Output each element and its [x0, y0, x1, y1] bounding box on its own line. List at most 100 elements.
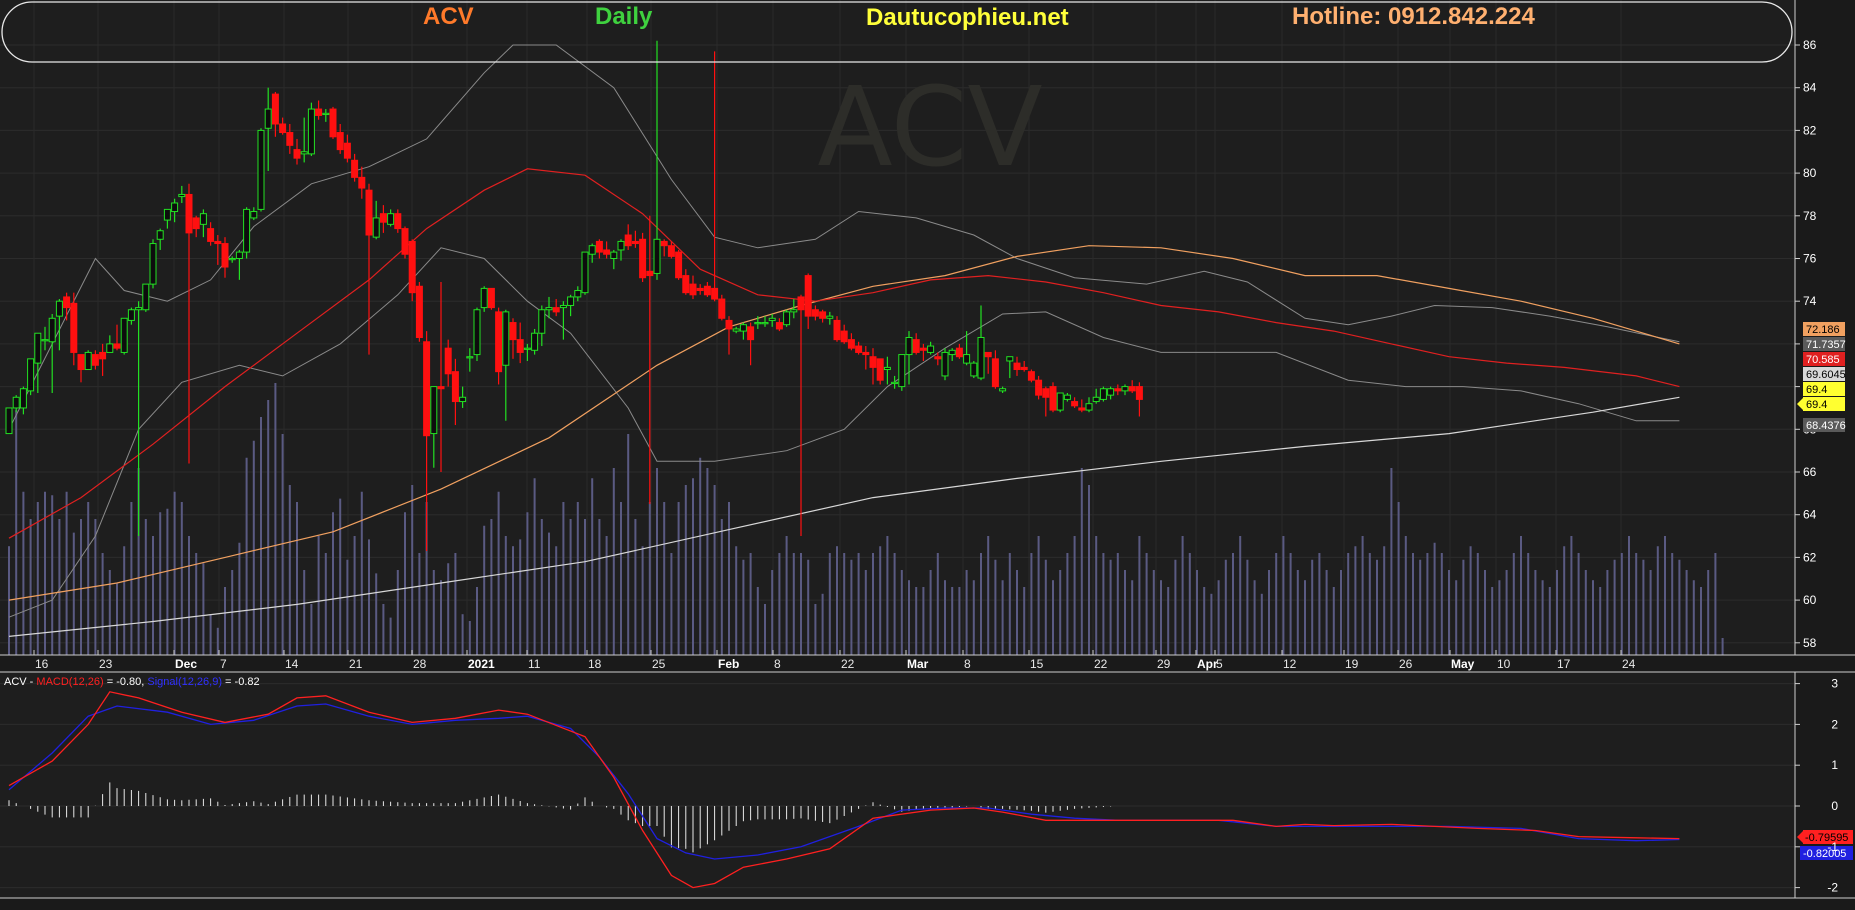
price-tick-label: 78	[1803, 209, 1817, 223]
candle-body	[948, 349, 956, 356]
date-tick-label: 8	[964, 657, 971, 671]
candle-body	[977, 336, 985, 379]
candle-body	[1042, 388, 1050, 398]
candle-body	[963, 354, 971, 364]
price-tick-label: 74	[1803, 294, 1817, 308]
macd-legend-label: MACD(12,26)	[36, 676, 103, 688]
candle-body	[725, 319, 733, 330]
candle-body	[1071, 401, 1079, 407]
candle-body	[279, 123, 287, 134]
candle-body	[1099, 388, 1107, 400]
candle-body	[984, 351, 992, 358]
candle-body	[552, 307, 560, 313]
macd-legend-ticker: ACV -	[4, 676, 36, 688]
macd-tick-label: 3	[1831, 677, 1838, 691]
candle-body	[185, 193, 193, 234]
candle-body	[775, 322, 783, 330]
chart-canvas: ACV ACV Daily Dautucophieu.net Hotline: …	[0, 0, 1855, 910]
candle-body	[1049, 386, 1057, 411]
price-tick-label: 60	[1803, 593, 1817, 607]
price-tick-label: 58	[1803, 636, 1817, 650]
candle-body	[761, 322, 769, 325]
candle-body	[1063, 394, 1071, 400]
watermark-ticker: ACV	[817, 63, 1042, 191]
candle-body	[430, 386, 438, 435]
candle-body	[120, 317, 128, 353]
candle-body	[127, 309, 135, 321]
candle-body	[106, 343, 114, 353]
candle-body	[135, 307, 143, 311]
candle-body	[1085, 403, 1093, 411]
candle-body	[358, 176, 366, 189]
candle-body	[91, 354, 99, 366]
candle-body	[696, 287, 704, 292]
candle-body	[1135, 386, 1143, 400]
ma200-tag: 69.6045	[1803, 367, 1846, 381]
candle-body	[444, 347, 452, 375]
date-tick-label: 15	[1030, 657, 1044, 671]
candle-body	[912, 339, 920, 353]
bb-upper-tag: 72.186	[1803, 322, 1845, 336]
last-tag: 69.4	[1797, 397, 1845, 411]
candle-body	[876, 358, 884, 381]
price-tick-label: 66	[1803, 465, 1817, 479]
date-tick-label: Dec	[175, 657, 197, 671]
candle-body	[538, 309, 546, 334]
candle-body	[581, 251, 589, 294]
candle-body	[77, 354, 85, 371]
candle-body	[711, 287, 719, 300]
candle-body	[372, 217, 380, 238]
candle-body	[221, 243, 229, 268]
candle-body	[624, 234, 632, 247]
candle-body	[365, 189, 373, 236]
candle-body	[300, 151, 308, 155]
candle-body	[790, 309, 798, 313]
candle-body	[437, 386, 445, 390]
candle-body	[286, 132, 294, 146]
candle-body	[113, 343, 121, 349]
candle-body	[826, 315, 834, 319]
macd-legend-value: = -0.80,	[104, 676, 148, 688]
macd-tick-label: -2	[1827, 881, 1838, 895]
date-tick-label: 23	[99, 657, 113, 671]
candle-body	[905, 336, 913, 356]
candle-body	[718, 298, 726, 319]
price-tick-label: 76	[1803, 252, 1817, 266]
price-tick-label: 84	[1803, 81, 1817, 95]
date-tick-label: 25	[652, 657, 666, 671]
candle-body	[862, 351, 870, 356]
date-tick-label: 18	[588, 657, 602, 671]
candle-body	[1121, 386, 1129, 392]
candle-body	[970, 362, 978, 377]
candle-body	[1092, 396, 1100, 403]
candle-body	[783, 311, 791, 326]
candle-body	[199, 213, 207, 225]
candle-body	[473, 309, 481, 356]
candle-body	[293, 149, 301, 159]
candle-body	[1078, 407, 1086, 411]
candle-body	[55, 300, 63, 317]
candle-body	[934, 356, 942, 360]
candle-body	[451, 371, 459, 403]
candle-body	[689, 283, 697, 296]
candle-body	[149, 243, 157, 285]
bb-lower-tag-text: 68.4376	[1806, 420, 1846, 432]
date-tick-label: 7	[220, 657, 227, 671]
candle-body	[991, 358, 999, 388]
date-tick-label: 11	[528, 657, 541, 671]
candle-body	[487, 287, 495, 309]
date-tick-label: 2021	[468, 657, 495, 671]
candle-body	[192, 217, 200, 230]
close-tag-text: 69.4	[1806, 384, 1827, 396]
candle-body	[329, 108, 337, 138]
candle-body	[315, 108, 323, 116]
candle-body	[804, 275, 812, 317]
signal-legend-value: = -0.82	[222, 676, 260, 688]
candle-body	[531, 332, 539, 351]
candle-body	[855, 345, 863, 353]
header-ticker: ACV	[423, 3, 474, 30]
header-site: Dautucophieu.net	[866, 4, 1069, 31]
date-tick-label: 8	[774, 657, 781, 671]
candle-body	[214, 240, 222, 245]
candle-body	[307, 108, 315, 155]
